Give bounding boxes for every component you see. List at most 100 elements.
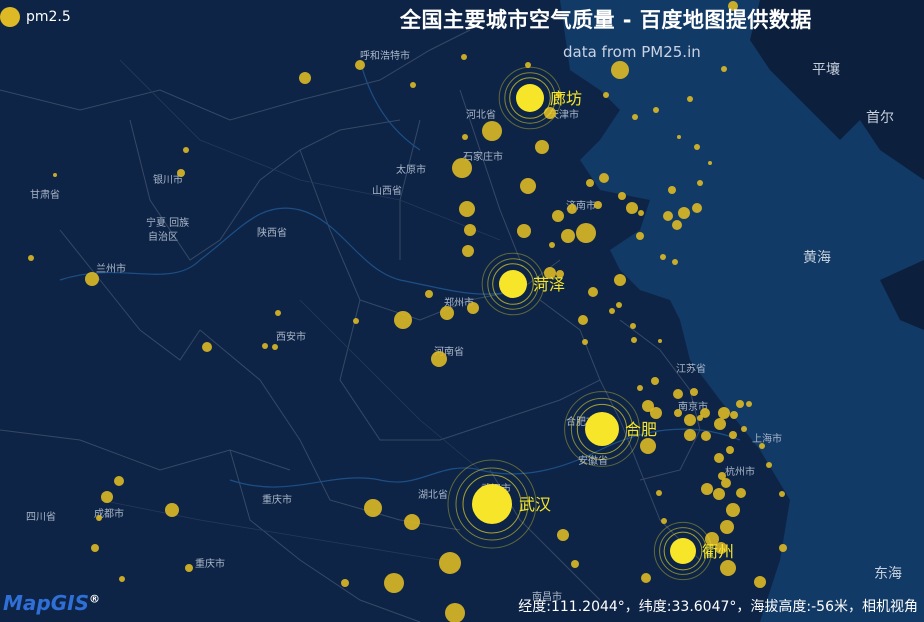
pm25-point[interactable] — [660, 254, 666, 260]
pm25-point[interactable] — [736, 400, 744, 408]
pm25-point[interactable] — [672, 220, 682, 230]
pm25-point[interactable] — [720, 520, 734, 534]
pm25-point[interactable] — [611, 61, 629, 79]
pm25-point[interactable] — [91, 544, 99, 552]
pm25-point[interactable] — [404, 514, 420, 530]
pm25-point[interactable] — [459, 201, 475, 217]
top-city-marker[interactable] — [516, 84, 544, 112]
pm25-point[interactable] — [690, 388, 698, 396]
top-city-marker[interactable] — [585, 412, 619, 446]
pm25-point[interactable] — [726, 503, 740, 517]
pm25-point[interactable] — [586, 179, 594, 187]
pm25-point[interactable] — [85, 272, 99, 286]
pm25-point[interactable] — [599, 173, 609, 183]
pm25-point[interactable] — [663, 211, 673, 221]
pm25-point[interactable] — [616, 302, 622, 308]
pm25-point[interactable] — [96, 515, 102, 521]
pm25-point[interactable] — [462, 134, 468, 140]
pm25-point[interactable] — [658, 339, 662, 343]
pm25-point[interactable] — [353, 318, 359, 324]
pm25-point[interactable] — [552, 210, 564, 222]
pm25-point[interactable] — [202, 342, 212, 352]
pm25-point[interactable] — [431, 351, 447, 367]
pm25-point[interactable] — [482, 121, 502, 141]
pm25-point[interactable] — [275, 310, 281, 316]
pm25-point[interactable] — [636, 232, 644, 240]
pm25-point[interactable] — [701, 431, 711, 441]
pm25-point[interactable] — [341, 579, 349, 587]
pm25-point[interactable] — [272, 344, 278, 350]
pm25-point[interactable] — [637, 385, 643, 391]
top-city-marker[interactable] — [499, 270, 527, 298]
pm25-point[interactable] — [754, 576, 766, 588]
pm25-point[interactable] — [571, 560, 579, 568]
legend[interactable]: pm2.5 — [0, 7, 71, 27]
pm25-point[interactable] — [557, 529, 569, 541]
pm25-point[interactable] — [714, 418, 726, 430]
pm25-point[interactable] — [439, 552, 461, 574]
pm25-point[interactable] — [672, 259, 678, 265]
map-view[interactable]: 平壤 首尔 黄海 东海 呼和浩特市 天津市 河北省 石家庄市 太原市 山西省 济… — [0, 0, 924, 622]
pm25-point[interactable] — [640, 438, 656, 454]
pm25-point[interactable] — [177, 169, 185, 177]
pm25-point[interactable] — [517, 224, 531, 238]
pm25-point[interactable] — [718, 407, 730, 419]
pm25-point[interactable] — [678, 207, 690, 219]
pm25-point[interactable] — [708, 161, 712, 165]
pm25-point[interactable] — [687, 96, 693, 102]
pm25-point[interactable] — [730, 411, 738, 419]
pm25-point[interactable] — [603, 92, 609, 98]
pm25-point[interactable] — [721, 66, 727, 72]
pm25-point[interactable] — [364, 499, 382, 517]
top-city-marker[interactable] — [472, 484, 512, 524]
pm25-point[interactable] — [673, 389, 683, 399]
pm25-point[interactable] — [674, 409, 682, 417]
pm25-point[interactable] — [467, 302, 479, 314]
pm25-point[interactable] — [700, 408, 710, 418]
pm25-point[interactable] — [653, 107, 659, 113]
pm25-point[interactable] — [582, 339, 588, 345]
pm25-point[interactable] — [445, 603, 465, 622]
pm25-point[interactable] — [410, 82, 416, 88]
pm25-point[interactable] — [684, 429, 696, 441]
pm25-point[interactable] — [668, 186, 676, 194]
pm25-point[interactable] — [549, 242, 555, 248]
pm25-point[interactable] — [183, 147, 189, 153]
top-city-marker[interactable] — [670, 538, 696, 564]
pm25-point[interactable] — [759, 443, 765, 449]
pm25-point[interactable] — [713, 488, 725, 500]
pm25-point[interactable] — [28, 255, 34, 261]
pm25-point[interactable] — [638, 210, 644, 216]
pm25-point[interactable] — [692, 203, 702, 213]
pm25-point[interactable] — [425, 290, 433, 298]
pm25-point[interactable] — [561, 229, 575, 243]
pm25-point[interactable] — [384, 573, 404, 593]
pm25-point[interactable] — [661, 518, 667, 524]
pm25-point[interactable] — [677, 135, 681, 139]
pm25-point[interactable] — [726, 446, 734, 454]
pm25-point[interactable] — [779, 544, 787, 552]
pm25-point[interactable] — [720, 560, 736, 576]
pm25-point[interactable] — [614, 274, 626, 286]
pm25-point[interactable] — [741, 426, 747, 432]
pm25-point[interactable] — [697, 180, 703, 186]
pm25-point[interactable] — [461, 54, 467, 60]
pm25-point[interactable] — [262, 343, 268, 349]
pm25-point[interactable] — [746, 401, 752, 407]
pm25-point[interactable] — [736, 488, 746, 498]
pm25-point[interactable] — [462, 245, 474, 257]
pm25-point[interactable] — [618, 192, 626, 200]
pm25-point[interactable] — [650, 407, 662, 419]
pm25-point[interactable] — [718, 472, 726, 480]
pm25-point[interactable] — [576, 223, 596, 243]
pm25-point[interactable] — [694, 144, 700, 150]
pm25-point[interactable] — [766, 462, 772, 468]
pm25-point[interactable] — [567, 204, 577, 214]
pm25-point[interactable] — [641, 573, 651, 583]
pm25-point[interactable] — [464, 224, 476, 236]
pm25-point[interactable] — [394, 311, 412, 329]
pm25-point[interactable] — [626, 202, 638, 214]
pm25-point[interactable] — [578, 315, 588, 325]
pm25-point[interactable] — [535, 140, 549, 154]
pm25-point[interactable] — [779, 491, 785, 497]
